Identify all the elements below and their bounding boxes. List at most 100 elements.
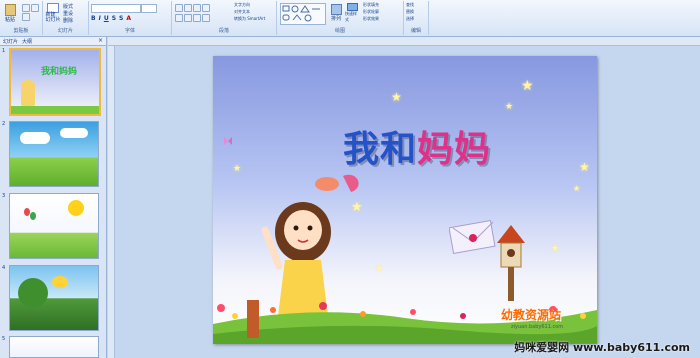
butterfly-icon bbox=[224, 137, 232, 145]
paragraph-group-label: 段落 bbox=[218, 28, 229, 34]
reset-button[interactable]: 重设 bbox=[63, 10, 73, 17]
font-color-button[interactable]: A bbox=[126, 15, 131, 22]
paste-button[interactable]: 粘贴 bbox=[3, 3, 17, 23]
quick-styles-button[interactable]: 快速样式 bbox=[345, 3, 359, 23]
brand-logo: 幼教资源站 bbox=[501, 308, 562, 322]
paragraph-group: 文字方向 对齐文本 转换为 SmartArt 段落 bbox=[172, 1, 277, 35]
smartart-button[interactable]: 转换为 SmartArt bbox=[234, 16, 265, 22]
align-text-label: 对齐文本 bbox=[234, 9, 250, 14]
slides-panel: 幻灯片 大纲 × 1 我和妈妈 2 3 4 5 bbox=[0, 37, 107, 358]
vertical-ruler bbox=[108, 46, 115, 358]
select-button[interactable]: 选择 bbox=[406, 16, 414, 22]
numbering-icon[interactable] bbox=[184, 4, 192, 12]
quick-styles-label: 快速样式 bbox=[345, 11, 357, 22]
align-text-button[interactable]: 对齐文本 bbox=[234, 9, 250, 15]
drawing-group: 排列 快速样式 形状填充 形状轮廓 形状效果 绘图 bbox=[277, 1, 404, 35]
layout-button[interactable]: 版式 bbox=[63, 3, 73, 10]
italic-button[interactable]: I bbox=[99, 15, 101, 22]
cloud-shape bbox=[60, 128, 88, 138]
cloud-shape bbox=[20, 132, 50, 144]
site-watermark: 妈咪爱婴网 www.baby611.com bbox=[514, 341, 690, 354]
clipboard-group-label: 剪贴板 bbox=[13, 28, 29, 34]
clipboard-icon bbox=[4, 3, 16, 16]
smartart-label: 转换为 SmartArt bbox=[234, 16, 266, 21]
thumbnail-number: 3 bbox=[2, 193, 6, 199]
thumbnail-number: 5 bbox=[2, 336, 6, 342]
slide-thumbnail-1[interactable]: 我和妈妈 bbox=[9, 48, 101, 116]
new-slide-label: 新建 幻灯片 bbox=[45, 12, 61, 23]
strike-button[interactable]: S bbox=[112, 15, 116, 22]
justify-icon[interactable] bbox=[202, 14, 210, 22]
slides-group: 新建 幻灯片 版式 重设 删除 幻灯片 bbox=[43, 1, 89, 35]
thumbnail-number: 2 bbox=[2, 121, 6, 127]
sun-shape bbox=[68, 200, 84, 216]
envelope-icon bbox=[449, 220, 496, 254]
star-icon: ★ bbox=[521, 78, 534, 94]
tab-slides[interactable]: 幻灯片 bbox=[3, 38, 18, 45]
paste-label: 粘贴 bbox=[4, 16, 15, 23]
font-name-input[interactable] bbox=[91, 4, 141, 13]
new-slide-button[interactable]: 新建 幻灯片 bbox=[45, 3, 61, 23]
replace-label: 替换 bbox=[406, 9, 414, 14]
thumbnail-number: 4 bbox=[2, 265, 6, 271]
find-label: 查找 bbox=[406, 2, 414, 7]
clipboard-group: 粘贴 剪贴板 bbox=[0, 1, 43, 35]
decrease-indent-icon[interactable] bbox=[193, 4, 201, 12]
slide-title[interactable]: 我和妈妈 bbox=[343, 120, 491, 172]
balloon-shape bbox=[30, 212, 36, 220]
shape-fill-button[interactable]: 形状填充 bbox=[363, 2, 379, 8]
underline-button[interactable]: U bbox=[104, 15, 109, 22]
align-center-icon[interactable] bbox=[184, 14, 192, 22]
star-icon: ★ bbox=[233, 164, 242, 174]
thumbnail-number: 1 bbox=[2, 48, 6, 54]
slide-thumbnail-5[interactable] bbox=[9, 336, 99, 358]
shadow-button[interactable]: S bbox=[119, 15, 123, 22]
star-icon: ★ bbox=[551, 244, 560, 254]
slide-canvas[interactable]: 我和妈妈 ★ ★ ★ ★ ★ ★ ★ ★ ★ 幼教资源站 ziyuan.baby… bbox=[213, 56, 597, 344]
text-direction-button[interactable]: 文字方向 bbox=[234, 2, 250, 8]
shape-fill-label: 形状填充 bbox=[363, 2, 379, 7]
shapes-gallery[interactable] bbox=[280, 3, 326, 25]
bullets-icon[interactable] bbox=[175, 4, 183, 12]
ribbon: 粘贴 剪贴板 新建 幻灯片 版式 重设 删除 幻灯片 B I U S S A 字… bbox=[0, 0, 700, 37]
reset-label: 重设 bbox=[63, 11, 74, 17]
slide-thumbnail-4[interactable] bbox=[9, 265, 99, 331]
close-icon[interactable]: × bbox=[98, 37, 103, 44]
shape-outline-button[interactable]: 形状轮廓 bbox=[363, 9, 379, 15]
star-icon: ★ bbox=[579, 160, 590, 174]
copy-icon[interactable] bbox=[22, 13, 30, 21]
align-left-icon[interactable] bbox=[175, 14, 183, 22]
format-painter-icon[interactable] bbox=[31, 4, 39, 12]
tab-outline[interactable]: 大纲 bbox=[22, 38, 32, 45]
brand-logo-url: ziyuan.baby611.com bbox=[511, 324, 564, 330]
font-group: B I U S S A 字体 bbox=[89, 1, 172, 35]
bold-button[interactable]: B bbox=[91, 15, 96, 22]
replace-button[interactable]: 替换 bbox=[406, 9, 414, 15]
girl-figure bbox=[21, 80, 35, 106]
align-right-icon[interactable] bbox=[193, 14, 201, 22]
star-icon: ★ bbox=[505, 102, 514, 112]
shape-effects-button[interactable]: 形状效果 bbox=[363, 16, 379, 22]
select-label: 选择 bbox=[406, 16, 414, 21]
quick-styles-icon bbox=[346, 3, 358, 11]
layout-label: 版式 bbox=[63, 4, 74, 10]
font-group-label: 字体 bbox=[124, 28, 135, 34]
title-part-1: 我和 bbox=[343, 129, 418, 170]
font-size-input[interactable] bbox=[141, 4, 157, 13]
shape-outline-label: 形状轮廓 bbox=[363, 9, 379, 14]
find-button[interactable]: 查找 bbox=[406, 2, 414, 8]
editing-group-label: 编辑 bbox=[410, 28, 421, 34]
cut-icon[interactable] bbox=[22, 4, 30, 12]
shapes-icon bbox=[282, 5, 320, 22]
arrange-label: 排列 bbox=[330, 16, 341, 22]
slide-thumbnail-3[interactable] bbox=[9, 193, 99, 259]
panel-tabs: 幻灯片 大纲 × bbox=[0, 37, 106, 46]
bird-shape bbox=[52, 276, 68, 288]
arrange-button[interactable]: 排列 bbox=[329, 3, 343, 23]
increase-indent-icon[interactable] bbox=[202, 4, 210, 12]
thumbnail-title: 我和妈妈 bbox=[41, 67, 78, 77]
slide-thumbnail-2[interactable] bbox=[9, 121, 99, 187]
title-part-2: 妈妈 bbox=[417, 129, 492, 170]
delete-button[interactable]: 删除 bbox=[63, 17, 73, 24]
tree-shape bbox=[18, 278, 48, 308]
